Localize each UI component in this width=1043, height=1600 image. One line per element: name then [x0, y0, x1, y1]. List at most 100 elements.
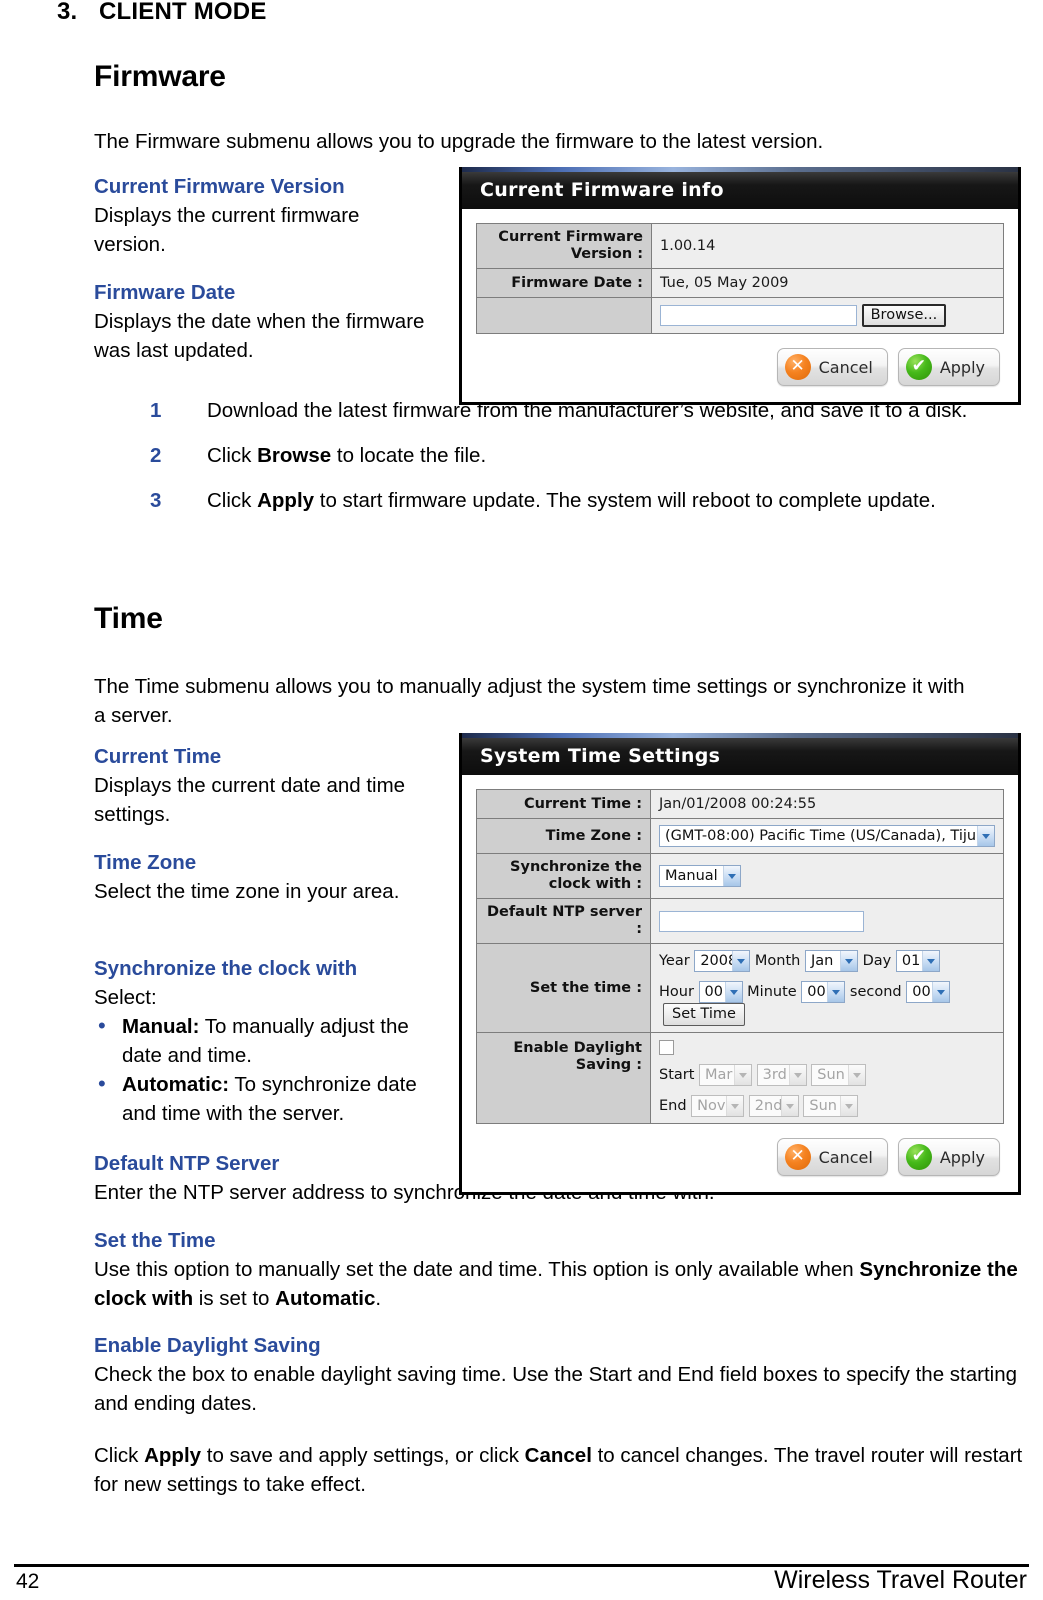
chevron-down-icon [840, 1096, 858, 1116]
time-term-settime-desc: Use this option to manually set the date… [94, 1255, 1024, 1313]
closing-bold-cancel: Cancel [524, 1444, 592, 1467]
chevron-down-icon [726, 1096, 744, 1116]
page-number: 42 [16, 1570, 40, 1593]
step-3-bold: Apply [257, 489, 315, 512]
dst-end-week-select[interactable]: 2nd [748, 1095, 799, 1117]
daylight-saving-checkbox[interactable] [659, 1039, 674, 1055]
hour-select[interactable]: 00 [698, 981, 743, 1003]
year-label: Year [659, 953, 690, 969]
dst-start-week-value: 3rd [762, 1067, 787, 1083]
daylight-saving-label: Enable Daylight Saving : [476, 1032, 651, 1124]
cancel-button[interactable]: ✕ Cancel [776, 348, 888, 386]
step-2-number: 2 [150, 444, 162, 467]
firmware-file-input[interactable] [660, 305, 857, 326]
sync-clock-select[interactable]: Manual [659, 865, 741, 887]
set-time-clock-row: Hour 00 Minute 00 second 00 Set Time [659, 981, 995, 1026]
current-firmware-info-panel: Current Firmware info Current Firmware V… [459, 167, 1021, 405]
step-3: 3 Click Apply to start firmware update. T… [150, 486, 1030, 515]
apply-button[interactable]: ✔ Apply [897, 348, 1000, 386]
second-select[interactable]: 00 [906, 981, 951, 1003]
step-3-number: 3 [150, 489, 162, 512]
firmware-upload-label [476, 297, 652, 334]
hour-value: 00 [704, 984, 723, 1000]
time-form-table: Current Time : Jan/01/2008 00:24:55 Time… [476, 789, 1004, 1124]
firmware-steps: 1 Download the latest firmware from the … [150, 396, 1030, 531]
time-heading: Time [94, 602, 163, 635]
time-closing-paragraph: Click Apply to save and apply settings, … [94, 1441, 1029, 1499]
closing-text-1: Click [94, 1444, 145, 1467]
daylight-end-row: End Nov 2nd Sun [659, 1095, 995, 1117]
settime-text-1: Use this option to manually set the date… [94, 1258, 860, 1281]
firmware-term-date-label: Firmware Date [94, 281, 236, 304]
month-value: Jan [810, 953, 834, 969]
set-the-time-cell: Year 2008 Month Jan Day 01 Hour 00 Minut… [650, 943, 1004, 1033]
sync-option-automatic-label: Automatic: [122, 1073, 230, 1096]
table-row: Default NTP server : [476, 898, 1004, 944]
system-time-settings-panel: System Time Settings Current Time : Jan/… [459, 733, 1021, 1195]
set-time-button[interactable]: Set Time [663, 1003, 745, 1026]
minute-label: Minute [747, 984, 797, 1000]
list-item: Manual: To manually adjust the date and … [94, 1011, 454, 1070]
sync-clock-label: Synchronize the clock with : [476, 853, 651, 899]
firmware-intro: The Firmware submenu allows you to upgra… [94, 130, 824, 153]
dst-end-week-value: 2nd [754, 1098, 783, 1114]
closing-text-2: to save and apply settings, or click [201, 1444, 525, 1467]
time-term-sync-label: Synchronize the clock with [94, 957, 358, 980]
table-row: Time Zone : (GMT-08:00) Pacific Time (US… [476, 818, 1004, 854]
chevron-down-icon [788, 1065, 806, 1085]
time-zone-cell: (GMT-08:00) Pacific Time (US/Canada), Ti… [650, 818, 1004, 854]
dst-start-week-select[interactable]: 3rd [756, 1064, 807, 1086]
time-panel-title: System Time Settings [462, 738, 1018, 775]
step-2-text-after: to locate the file. [331, 444, 487, 467]
chevron-down-icon [921, 951, 939, 971]
set-the-time-label: Set the time : [476, 943, 651, 1033]
current-time-value: Jan/01/2008 00:24:55 [650, 789, 1004, 819]
month-label: Month [754, 953, 801, 969]
time-term-settime-label: Set the Time [94, 1229, 216, 1252]
ntp-server-cell [650, 898, 1004, 944]
table-row: Set the time : Year 2008 Month Jan Day 0… [476, 943, 1004, 1033]
firmware-panel-body: Current Firmware Version : 1.00.14 Firmw… [462, 209, 1018, 402]
chevron-down-icon [932, 982, 950, 1002]
cancel-button[interactable]: ✕ Cancel [776, 1138, 888, 1176]
firmware-upload-cell: Browse... [651, 297, 1004, 334]
close-icon: ✕ [784, 1144, 811, 1170]
firmware-panel-title: Current Firmware info [462, 172, 1018, 209]
day-label: Day [862, 953, 892, 969]
sync-clock-cell: Manual [650, 853, 1004, 899]
hour-label: Hour [659, 984, 694, 1000]
dst-start-label: Start [659, 1067, 695, 1083]
chevron-down-icon [780, 1096, 798, 1116]
dst-start-month-value: Mar [705, 1067, 733, 1083]
apply-button[interactable]: ✔ Apply [897, 1138, 1000, 1176]
current-time-label: Current Time : [476, 789, 651, 819]
chevron-down-icon [734, 1065, 752, 1085]
day-select[interactable]: 01 [895, 950, 940, 972]
dst-start-month-select[interactable]: Mar [699, 1064, 753, 1086]
time-term-current: Current Time Displays the current date a… [94, 742, 439, 829]
time-panel-body: Current Time : Jan/01/2008 00:24:55 Time… [462, 775, 1018, 1192]
day-value: 01 [901, 953, 921, 969]
dst-start-day-select[interactable]: Sun [811, 1064, 867, 1086]
browse-button[interactable]: Browse... [861, 304, 947, 327]
dst-end-month-select[interactable]: Nov [691, 1095, 745, 1117]
firmware-term-date: Firmware Date Displays the date when the… [94, 278, 434, 365]
time-term-zone: Time Zone Select the time zone in your a… [94, 848, 439, 906]
month-select[interactable]: Jan [804, 950, 858, 972]
apply-button-label: Apply [939, 1147, 985, 1167]
manual-page: 3. CLIENT MODE Firmware The Firmware subm… [0, 0, 1043, 1600]
minute-select[interactable]: 00 [801, 981, 846, 1003]
second-label: second [849, 984, 902, 1000]
time-zone-select[interactable]: (GMT-08:00) Pacific Time (US/Canada), Ti… [659, 825, 995, 847]
settime-bold-2: Automatic [275, 1287, 376, 1310]
second-value: 00 [912, 984, 931, 1000]
ntp-server-input[interactable] [659, 910, 864, 932]
step-2: 2 Click Browse to locate the file. [150, 441, 1030, 470]
time-term-sync-lead: Select: [94, 986, 157, 1009]
time-intro: The Time submenu allows you to manually … [94, 675, 965, 727]
table-row: Current Firmware Version : 1.00.14 [476, 223, 1004, 269]
year-select[interactable]: 2008 [694, 950, 751, 972]
dst-end-day-select[interactable]: Sun [803, 1095, 859, 1117]
daylight-checkbox-row [659, 1039, 995, 1055]
table-row: Firmware Date : Tue, 05 May 2009 [476, 268, 1004, 298]
